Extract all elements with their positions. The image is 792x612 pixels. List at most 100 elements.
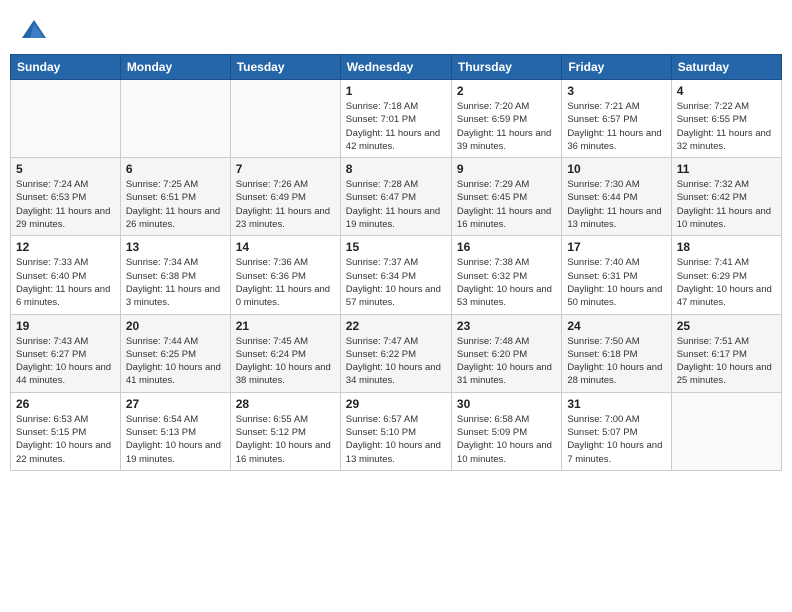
day-number: 5 [16, 162, 115, 176]
day-cell: 12 Sunrise: 7:33 AM Sunset: 6:40 PM Dayli… [11, 236, 121, 314]
day-cell: 16 Sunrise: 7:38 AM Sunset: 6:32 PM Dayli… [451, 236, 561, 314]
day-cell [230, 80, 340, 158]
day-cell [671, 392, 781, 470]
day-info: Sunrise: 7:45 AM Sunset: 6:24 PM Dayligh… [236, 335, 335, 388]
day-cell [120, 80, 230, 158]
day-info: Sunrise: 7:38 AM Sunset: 6:32 PM Dayligh… [457, 256, 556, 309]
day-number: 2 [457, 84, 556, 98]
day-info: Sunrise: 7:00 AM Sunset: 5:07 PM Dayligh… [567, 413, 665, 466]
day-cell: 23Sunrise: 7:48 AM Sunset: 6:20 PM Dayli… [451, 314, 561, 392]
week-row-2: 5 Sunrise: 7:24 AM Sunset: 6:53 PM Daylig… [11, 158, 782, 236]
header [10, 10, 782, 50]
day-info: Sunrise: 7:32 AM Sunset: 6:42 PM Dayligh… [677, 178, 776, 231]
day-number: 31 [567, 397, 665, 411]
day-cell: 1 Sunrise: 7:18 AM Sunset: 7:01 PM Daylig… [340, 80, 451, 158]
day-cell: 14 Sunrise: 7:36 AM Sunset: 6:36 PM Dayli… [230, 236, 340, 314]
day-info: Sunrise: 7:28 AM Sunset: 6:47 PM Dayligh… [346, 178, 446, 231]
day-info: Sunrise: 7:18 AM Sunset: 7:01 PM Dayligh… [346, 100, 446, 153]
day-number: 8 [346, 162, 446, 176]
day-header-friday: Friday [562, 55, 671, 80]
day-number: 21 [236, 319, 335, 333]
day-cell: 27Sunrise: 6:54 AM Sunset: 5:13 PM Dayli… [120, 392, 230, 470]
day-number: 28 [236, 397, 335, 411]
day-cell: 5 Sunrise: 7:24 AM Sunset: 6:53 PM Daylig… [11, 158, 121, 236]
day-info: Sunrise: 7:25 AM Sunset: 6:51 PM Dayligh… [126, 178, 225, 231]
calendar: SundayMondayTuesdayWednesdayThursdayFrid… [10, 54, 782, 471]
day-cell: 29 Sunrise: 6:57 AM Sunset: 5:10 PM Dayli… [340, 392, 451, 470]
day-info: Sunrise: 6:53 AM Sunset: 5:15 PM Dayligh… [16, 413, 115, 466]
day-number: 22 [346, 319, 446, 333]
day-info: Sunrise: 7:20 AM Sunset: 6:59 PM Dayligh… [457, 100, 556, 153]
day-header-tuesday: Tuesday [230, 55, 340, 80]
day-cell: 25 Sunrise: 7:51 AM Sunset: 6:17 PM Dayli… [671, 314, 781, 392]
day-cell [11, 80, 121, 158]
day-number: 29 [346, 397, 446, 411]
day-info: Sunrise: 6:57 AM Sunset: 5:10 PM Dayligh… [346, 413, 446, 466]
day-info: Sunrise: 7:22 AM Sunset: 6:55 PM Dayligh… [677, 100, 776, 153]
day-cell: 9 Sunrise: 7:29 AM Sunset: 6:45 PM Daylig… [451, 158, 561, 236]
day-number: 12 [16, 240, 115, 254]
day-cell: 11 Sunrise: 7:32 AM Sunset: 6:42 PM Dayli… [671, 158, 781, 236]
day-cell: 22 Sunrise: 7:47 AM Sunset: 6:22 PM Dayli… [340, 314, 451, 392]
day-info: Sunrise: 7:29 AM Sunset: 6:45 PM Dayligh… [457, 178, 556, 231]
day-number: 16 [457, 240, 556, 254]
day-number: 30 [457, 397, 556, 411]
day-info: Sunrise: 7:51 AM Sunset: 6:17 PM Dayligh… [677, 335, 776, 388]
day-cell: 6 Sunrise: 7:25 AM Sunset: 6:51 PM Daylig… [120, 158, 230, 236]
day-info: Sunrise: 7:47 AM Sunset: 6:22 PM Dayligh… [346, 335, 446, 388]
day-cell: 26 Sunrise: 6:53 AM Sunset: 5:15 PM Dayli… [11, 392, 121, 470]
day-number: 24 [567, 319, 665, 333]
day-number: 17 [567, 240, 665, 254]
day-number: 26 [16, 397, 115, 411]
day-info: Sunrise: 7:30 AM Sunset: 6:44 PM Dayligh… [567, 178, 665, 231]
day-info: Sunrise: 7:21 AM Sunset: 6:57 PM Dayligh… [567, 100, 665, 153]
day-cell: 19Sunrise: 7:43 AM Sunset: 6:27 PM Dayli… [11, 314, 121, 392]
week-row-3: 12 Sunrise: 7:33 AM Sunset: 6:40 PM Dayli… [11, 236, 782, 314]
day-header-thursday: Thursday [451, 55, 561, 80]
day-cell: 4 Sunrise: 7:22 AM Sunset: 6:55 PM Daylig… [671, 80, 781, 158]
day-header-saturday: Saturday [671, 55, 781, 80]
day-cell: 21 Sunrise: 7:45 AM Sunset: 6:24 PM Dayli… [230, 314, 340, 392]
day-cell: 15 Sunrise: 7:37 AM Sunset: 6:34 PM Dayli… [340, 236, 451, 314]
day-info: Sunrise: 7:26 AM Sunset: 6:49 PM Dayligh… [236, 178, 335, 231]
week-row-5: 26 Sunrise: 6:53 AM Sunset: 5:15 PM Dayli… [11, 392, 782, 470]
day-number: 20 [126, 319, 225, 333]
day-cell: 7 Sunrise: 7:26 AM Sunset: 6:49 PM Daylig… [230, 158, 340, 236]
day-number: 18 [677, 240, 776, 254]
day-cell: 20 Sunrise: 7:44 AM Sunset: 6:25 PM Dayli… [120, 314, 230, 392]
day-number: 11 [677, 162, 776, 176]
day-number: 14 [236, 240, 335, 254]
day-info: Sunrise: 7:48 AM Sunset: 6:20 PM Dayligh… [457, 335, 556, 388]
day-headers-row: SundayMondayTuesdayWednesdayThursdayFrid… [11, 55, 782, 80]
day-number: 27 [126, 397, 225, 411]
day-number: 9 [457, 162, 556, 176]
day-header-sunday: Sunday [11, 55, 121, 80]
day-info: Sunrise: 7:40 AM Sunset: 6:31 PM Dayligh… [567, 256, 665, 309]
day-info: Sunrise: 7:36 AM Sunset: 6:36 PM Dayligh… [236, 256, 335, 309]
day-cell: 30 Sunrise: 6:58 AM Sunset: 5:09 PM Dayli… [451, 392, 561, 470]
day-info: Sunrise: 7:44 AM Sunset: 6:25 PM Dayligh… [126, 335, 225, 388]
logo [20, 18, 52, 46]
day-number: 7 [236, 162, 335, 176]
day-info: Sunrise: 7:43 AM Sunset: 6:27 PM Dayligh… [16, 335, 115, 388]
day-number: 15 [346, 240, 446, 254]
day-cell: 31 Sunrise: 7:00 AM Sunset: 5:07 PM Dayli… [562, 392, 671, 470]
day-number: 25 [677, 319, 776, 333]
day-number: 4 [677, 84, 776, 98]
day-number: 13 [126, 240, 225, 254]
day-cell: 3 Sunrise: 7:21 AM Sunset: 6:57 PM Daylig… [562, 80, 671, 158]
day-number: 3 [567, 84, 665, 98]
day-cell: 8 Sunrise: 7:28 AM Sunset: 6:47 PM Daylig… [340, 158, 451, 236]
week-row-4: 19Sunrise: 7:43 AM Sunset: 6:27 PM Dayli… [11, 314, 782, 392]
day-number: 1 [346, 84, 446, 98]
day-number: 6 [126, 162, 225, 176]
day-info: Sunrise: 7:34 AM Sunset: 6:38 PM Dayligh… [126, 256, 225, 309]
day-cell: 2 Sunrise: 7:20 AM Sunset: 6:59 PM Daylig… [451, 80, 561, 158]
day-info: Sunrise: 7:37 AM Sunset: 6:34 PM Dayligh… [346, 256, 446, 309]
day-info: Sunrise: 7:33 AM Sunset: 6:40 PM Dayligh… [16, 256, 115, 309]
day-info: Sunrise: 6:58 AM Sunset: 5:09 PM Dayligh… [457, 413, 556, 466]
day-header-wednesday: Wednesday [340, 55, 451, 80]
day-cell: 13 Sunrise: 7:34 AM Sunset: 6:38 PM Dayli… [120, 236, 230, 314]
day-number: 10 [567, 162, 665, 176]
day-info: Sunrise: 7:24 AM Sunset: 6:53 PM Dayligh… [16, 178, 115, 231]
